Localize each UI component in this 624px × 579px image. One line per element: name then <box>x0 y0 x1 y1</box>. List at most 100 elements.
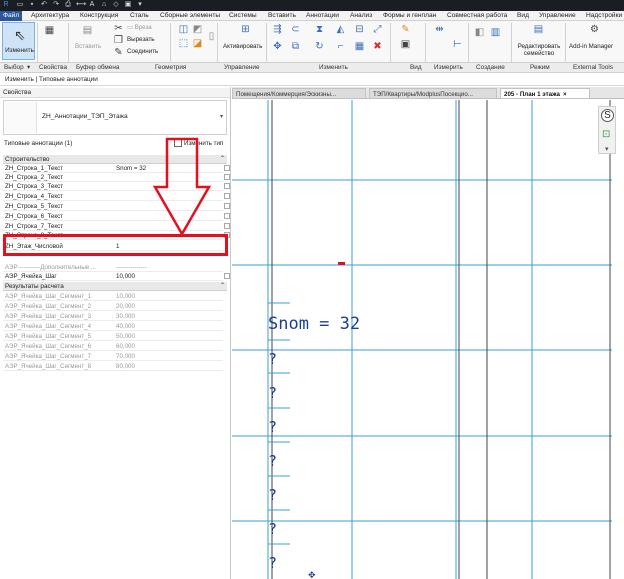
geometry-icon-2[interactable]: ◩ <box>192 24 203 35</box>
properties-icon[interactable]: ▦ <box>44 25 55 36</box>
copy-icon[interactable]: ⧉ <box>290 41 301 52</box>
section-icon[interactable]: ◇ <box>112 1 120 9</box>
annotation-placeholder[interactable]: ? <box>268 486 277 504</box>
activate-icon[interactable]: ⊞ <box>240 24 251 35</box>
tab-file[interactable]: Файл <box>0 11 23 21</box>
edit-family-icon[interactable]: ▤ <box>533 24 544 35</box>
save-icon[interactable]: ▪ <box>28 1 36 9</box>
property-value[interactable]: 10,000 <box>116 272 135 281</box>
tab-precast[interactable]: Сборные элементы <box>160 11 220 21</box>
zoom-icon[interactable]: ⊡ <box>602 129 610 140</box>
property-row[interactable]: АЭР_Ячейка_Шаг 10,000 <box>3 272 230 281</box>
offset-icon[interactable]: ⊂ <box>290 24 301 35</box>
cut-icon[interactable]: ✂ <box>113 23 124 34</box>
trim-icon[interactable]: ⌐ <box>335 41 346 52</box>
tab-view[interactable]: Вид <box>517 11 529 21</box>
property-row[interactable]: ZH_Строка_1_Текст Snom = 32 <box>3 164 230 173</box>
tab-annotate[interactable]: Аннотации <box>306 11 339 21</box>
geometry-icon-5[interactable]: ▯ <box>206 31 217 42</box>
navbar-dropdown-icon[interactable]: ▾ <box>605 145 609 153</box>
category-results[interactable]: Результаты расчета ⌃ <box>3 282 227 291</box>
annotation-placeholder[interactable]: ? <box>268 384 277 402</box>
property-row[interactable]: ZH_Строка_5_Текст <box>3 202 230 211</box>
property-row[interactable]: ZH_Строка_7_Текст <box>3 222 230 231</box>
move-icon[interactable]: ✥ <box>272 41 283 52</box>
join-label[interactable]: Соединить <box>127 48 158 56</box>
annotation-placeholder[interactable]: ? <box>268 520 277 538</box>
delete-icon[interactable]: ✖ <box>372 41 383 52</box>
dimension-icon[interactable]: ⊢ <box>452 39 463 50</box>
geometry-icon-1[interactable]: ◫ <box>178 24 189 35</box>
tab-architecture[interactable]: Архитектура <box>31 11 69 21</box>
tab-steel[interactable]: Сталь <box>130 11 149 21</box>
match-icon[interactable]: ✎ <box>113 47 124 58</box>
print-icon[interactable]: ⎙ <box>64 1 72 9</box>
view-tab-floor-plan[interactable]: 205 - План 1 этажа × <box>500 88 590 99</box>
property-checkbox[interactable] <box>224 193 230 199</box>
addin-manager-label[interactable]: Add-in Manager <box>569 43 613 51</box>
view-icon-2[interactable]: ▣ <box>400 39 411 50</box>
redo-icon[interactable]: ↷ <box>52 1 60 9</box>
property-checkbox[interactable] <box>224 273 230 279</box>
property-checkbox[interactable] <box>224 174 230 180</box>
undo-icon[interactable]: ↶ <box>40 1 48 9</box>
property-checkbox[interactable] <box>224 213 230 219</box>
tab-collaborate[interactable]: Совместная работа <box>447 11 507 21</box>
addin-manager-icon[interactable]: ⚙ <box>589 24 600 35</box>
tab-systems[interactable]: Системы <box>229 11 257 21</box>
view-icon-1[interactable]: ✎ <box>400 24 411 35</box>
group-select[interactable]: Выбор <box>4 63 24 73</box>
qat-dropdown-icon[interactable]: ▾ <box>136 1 144 9</box>
type-dropdown-icon[interactable]: ▾ <box>220 113 223 120</box>
view-tab-commerce[interactable]: Помещения/Коммерция/Эскизны... <box>232 88 366 99</box>
collapse-icon[interactable]: ⌃ <box>220 282 225 291</box>
copy-clip-icon[interactable]: ❐ <box>113 35 124 46</box>
collapse-icon[interactable]: ⌃ <box>220 155 225 164</box>
tab-massing[interactable]: Формы и генплан <box>383 11 436 21</box>
measure-between-icon[interactable]: ⇹ <box>434 24 445 35</box>
property-row[interactable]: АЭР-----------Дополнительные ... --------… <box>3 263 223 272</box>
property-checkbox[interactable] <box>224 223 230 229</box>
app-logo-icon[interactable]: R <box>2 1 10 9</box>
geometry-icon-3[interactable]: ⬚ <box>178 38 189 49</box>
annotation-text[interactable]: Snom = 32 <box>268 314 360 334</box>
paste-icon[interactable]: ▤ <box>82 25 93 36</box>
steering-wheel-icon[interactable]: S <box>601 109 614 122</box>
property-checkbox[interactable] <box>224 165 230 171</box>
property-checkbox[interactable] <box>224 203 230 209</box>
edit-type-button[interactable]: Изменить тип <box>174 138 227 150</box>
align-icon[interactable]: ⇶ <box>272 24 283 35</box>
tab-manage[interactable]: Управление <box>539 11 576 21</box>
view-tab-apartments[interactable]: ТЭП/Квартиры/ModplusПосекцио... <box>369 88 497 99</box>
category-construction[interactable]: Строительство ⌃ <box>3 155 227 164</box>
open-icon[interactable]: ▭ <box>16 1 24 9</box>
activate-label[interactable]: Активировать <box>223 43 262 51</box>
type-selector[interactable]: ZH_Аннотации_ТЭП_Этажа ▾ <box>3 100 227 135</box>
3d-view-icon[interactable]: ⌂ <box>100 1 108 9</box>
tab-structure[interactable]: Конструкция <box>80 11 118 21</box>
tab-addins[interactable]: Надстройки <box>586 11 622 21</box>
group-select-dropdown-icon[interactable]: ▾ <box>27 63 30 73</box>
close-views-icon[interactable]: ▣ <box>124 1 132 9</box>
tab-analyze[interactable]: Анализ <box>350 11 372 21</box>
modify-button[interactable]: ⇖ Изменить <box>2 22 35 60</box>
tab-insert[interactable]: Вставить <box>268 11 296 21</box>
edit-family-label[interactable]: Редактировать семейство <box>514 43 564 57</box>
property-row[interactable]: ZH_Строка_6_Текст <box>3 212 230 221</box>
create-assembly-icon[interactable]: ◧ <box>474 27 485 38</box>
property-row[interactable]: ZH_Строка_2_Текст <box>3 173 230 182</box>
annotation-placeholder[interactable]: ? <box>268 452 277 470</box>
scale-icon[interactable]: ⤢ <box>372 24 383 35</box>
property-value[interactable]: Snom = 32 <box>116 164 146 173</box>
annotation-placeholder[interactable]: ? <box>268 418 277 436</box>
annotation-placeholder[interactable]: ? <box>268 554 277 572</box>
rotate-icon[interactable]: ↻ <box>314 41 325 52</box>
close-icon[interactable]: × <box>563 91 567 98</box>
annotation-placeholder[interactable]: ? <box>268 350 277 368</box>
mirror-icon[interactable]: ⧗ <box>314 24 325 35</box>
move-grip-icon[interactable]: ✥ <box>308 570 316 579</box>
property-row[interactable]: ZH_Строка_3_Текст <box>3 182 230 191</box>
property-row[interactable]: ZH_Строка_4_Текст <box>3 192 230 201</box>
array-icon[interactable]: ▦ <box>354 41 365 52</box>
measure-icon[interactable]: ⟷ <box>76 1 86 9</box>
